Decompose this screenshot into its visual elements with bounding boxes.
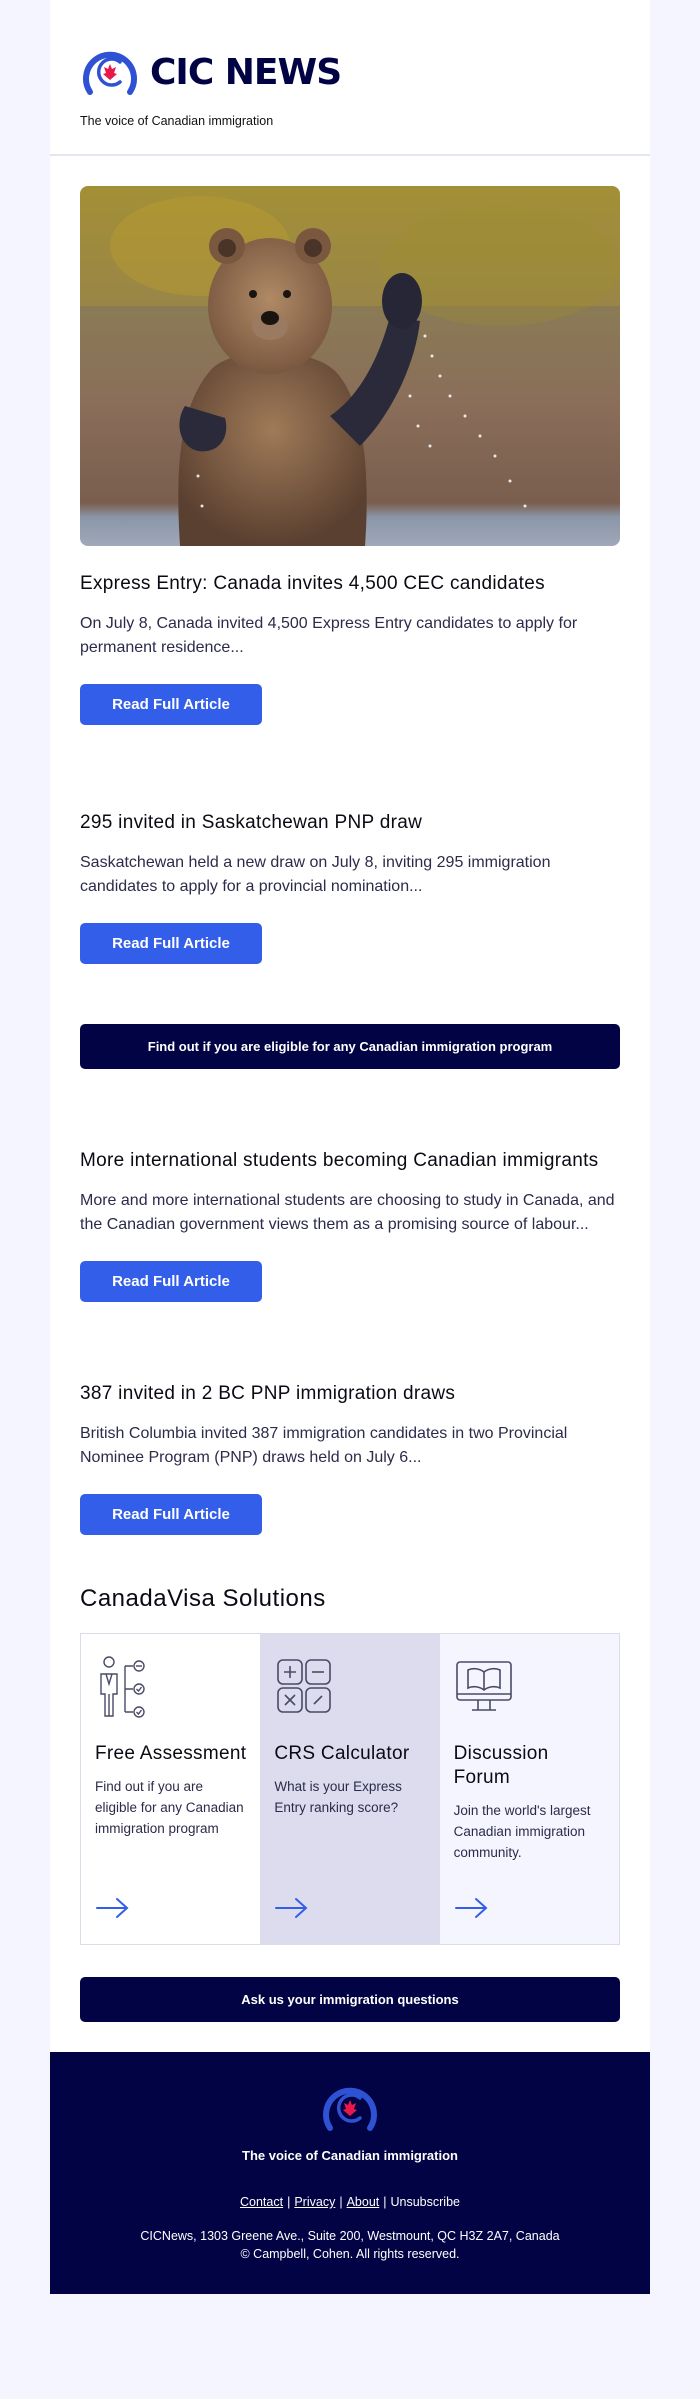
footer-address: CICNews, 1303 Greene Ave., Suite 200, We… [50,2227,650,2263]
address-line: CICNews, 1303 Greene Ave., Suite 200, We… [140,2229,560,2243]
card-description: Join the world's largest Canadian immigr… [453,1803,591,1860]
article-card: Express Entry: Canada invites 4,500 CEC … [50,546,650,725]
link-separator: | [339,2195,343,2209]
article-excerpt: More and more international students are… [80,1192,615,1233]
brand-logo[interactable]: CIC NEWS [80,42,620,102]
footer-tagline: The voice of Canadian immigration [242,2148,458,2163]
bear-photo [80,186,620,546]
footer-links: Contact | Privacy | About | Unsubscribe [50,2195,650,2209]
calculator-icon [277,1659,332,1713]
assessment-checklist-icon [100,1656,145,1718]
arrow-right-icon[interactable] [274,1896,310,1920]
article-excerpt: On July 8, Canada invited 4,500 Express … [80,615,578,656]
solution-card-discussion-forum[interactable]: Discussion Forum Join the world's larges… [439,1634,619,1944]
newsletter: CIC NEWS The voice of Canadian immigrati… [50,0,650,2294]
article-title[interactable]: 387 invited in 2 BC PNP immigration draw… [80,1382,620,1406]
read-full-article-button[interactable]: Read Full Article [80,1261,262,1302]
arrow-right-icon[interactable] [454,1896,490,1920]
hero-image[interactable] [80,186,620,546]
footer-link-unsubscribe[interactable]: Unsubscribe [391,2195,460,2209]
arrow-right-icon[interactable] [95,1896,131,1920]
article-excerpt: British Columbia invited 387 immigration… [80,1425,568,1466]
cic-logo-icon[interactable] [320,2078,380,2138]
link-separator: | [287,2195,291,2209]
article-card: 387 invited in 2 BC PNP immigration draw… [50,1302,650,1535]
solutions-cards: Free Assessment Find out if you are elig… [80,1633,620,1945]
card-description: Find out if you are eligible for any Can… [95,1779,244,1836]
solutions-section: CanadaVisa Solutions Free Assessment Fin… [50,1535,650,1945]
article-card: 295 invited in Saskatchewan PNP draw Sas… [50,725,650,964]
eligibility-cta-section: Find out if you are eligible for any Can… [50,964,650,1069]
footer-link-privacy[interactable]: Privacy [294,2195,335,2209]
article-title[interactable]: 295 invited in Saskatchewan PNP draw [80,811,620,835]
ask-questions-button[interactable]: Ask us your immigration questions [80,1977,620,2022]
ask-cta-section: Ask us your immigration questions [50,1945,650,2052]
header: CIC NEWS The voice of Canadian immigrati… [50,0,650,156]
footer-link-contact[interactable]: Contact [240,2195,283,2209]
card-title: Free Assessment [95,1743,247,1764]
tagline: The voice of Canadian immigration [80,114,274,128]
link-separator: | [383,2195,387,2209]
article-title[interactable]: Express Entry: Canada invites 4,500 CEC … [80,572,620,596]
article-card: More international students becoming Can… [50,1069,650,1302]
forum-monitor-book-icon [455,1661,512,1711]
eligibility-cta-button[interactable]: Find out if you are eligible for any Can… [80,1024,620,1069]
solution-card-crs-calculator[interactable]: CRS Calculator What is your Express Entr… [260,1634,440,1944]
solution-card-free-assessment[interactable]: Free Assessment Find out if you are elig… [81,1634,261,1944]
card-title: CRS Calculator [274,1743,410,1764]
footer-link-about[interactable]: About [347,2195,380,2209]
copyright-line: © Campbell, Cohen. All rights reserved. [240,2247,460,2261]
footer: The voice of Canadian immigration Contac… [50,2052,650,2294]
card-title: Discussion Forum [453,1743,549,1788]
read-full-article-button[interactable]: Read Full Article [80,684,262,725]
cic-logo-icon [83,51,137,95]
read-full-article-button[interactable]: Read Full Article [80,1494,262,1535]
brand-name: CIC NEWS [150,51,342,93]
card-description: What is your Express Entry ranking score… [274,1779,402,1815]
solutions-title: CanadaVisa Solutions [80,1585,326,1612]
article-excerpt: Saskatchewan held a new draw on July 8, … [80,854,551,895]
read-full-article-button[interactable]: Read Full Article [80,923,262,964]
article-title[interactable]: More international students becoming Can… [80,1149,620,1173]
